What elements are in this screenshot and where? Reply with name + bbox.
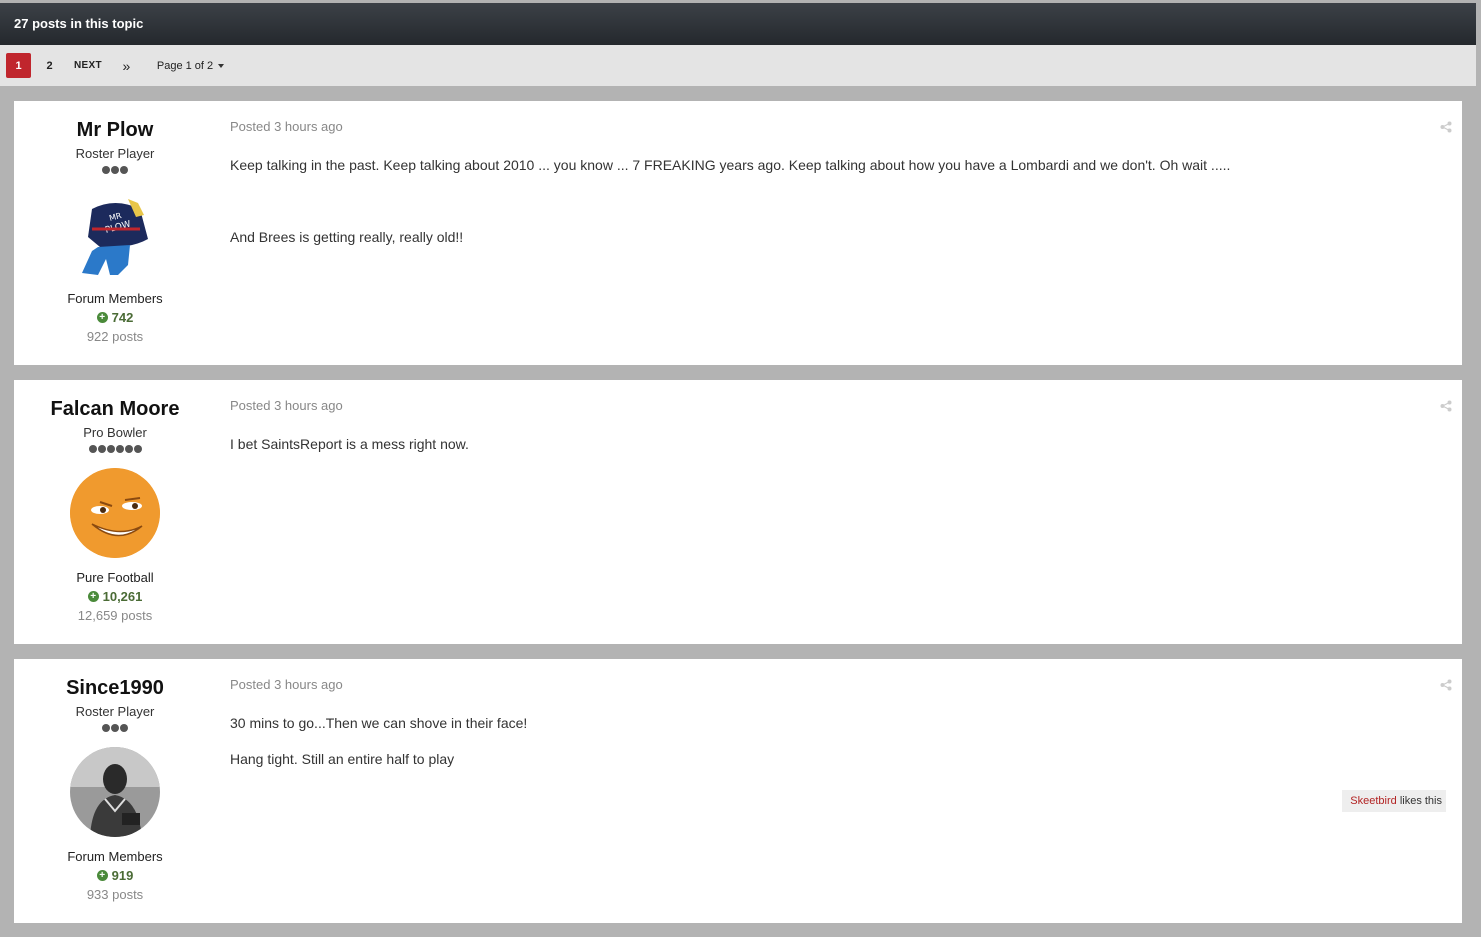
avatar[interactable] xyxy=(70,468,160,558)
avatar[interactable] xyxy=(70,747,160,837)
caret-down-icon xyxy=(218,63,225,68)
post-paragraph: Hang tight. Still an entire half to play xyxy=(230,751,455,767)
share-icon[interactable] xyxy=(1440,679,1452,691)
post-body: Posted 3 hours ago 30 mins to go...Then … xyxy=(230,659,1462,767)
plus-circle-icon: + xyxy=(87,591,99,602)
post-timestamp[interactable]: Posted 3 hours ago xyxy=(230,398,1462,413)
author-rank: Roster Player xyxy=(75,146,155,161)
author-rank: Pro Bowler xyxy=(83,425,147,440)
pagination-bar: 1 2 NEXT » Page 1 of 2 xyxy=(0,45,1476,86)
topic-header: 27 posts in this topic xyxy=(0,3,1476,45)
plus-circle-icon: + xyxy=(96,312,108,323)
post-1: Mr Plow Roster Player MR PLOW Forum Memb… xyxy=(14,101,1462,365)
rank-pips xyxy=(14,445,216,455)
page-jump-dropdown[interactable]: Page 1 of 2 xyxy=(156,59,225,72)
post-paragraph: And Brees is getting really, really old!… xyxy=(230,229,464,245)
next-page-button[interactable]: NEXT xyxy=(68,53,108,78)
share-icon[interactable] xyxy=(1440,121,1452,133)
page-2-button[interactable]: 2 xyxy=(37,53,62,78)
post-paragraph: 30 mins to go...Then we can shove in the… xyxy=(230,715,528,731)
author-post-count: 933 posts xyxy=(86,887,144,902)
author-name[interactable]: Falcan Moore xyxy=(14,398,216,420)
posts-count-label: 27 posts in this topic xyxy=(14,16,144,31)
post-timestamp[interactable]: Posted 3 hours ago xyxy=(230,677,1462,692)
post-timestamp[interactable]: Posted 3 hours ago xyxy=(230,119,1462,134)
author-post-count: 12,659 posts xyxy=(77,608,153,623)
avatar[interactable]: MR PLOW xyxy=(70,189,160,279)
reputation: + 10,261 xyxy=(14,589,216,604)
page-jump-label: Page 1 of 2 xyxy=(156,59,214,72)
post-author-panel: Falcan Moore Pro Bowler Pure Football + … xyxy=(14,380,216,623)
author-rank: Roster Player xyxy=(75,704,155,719)
rank-pips xyxy=(14,166,216,176)
likes-badge: Skeetbird likes this xyxy=(1342,790,1446,812)
author-post-count: 922 posts xyxy=(86,329,144,344)
post-author-panel: Mr Plow Roster Player MR PLOW Forum Memb… xyxy=(14,101,216,344)
post-paragraph: I bet SaintsReport is a mess right now. xyxy=(230,436,469,452)
post-body: Posted 3 hours ago I bet SaintsReport is… xyxy=(230,380,1462,452)
reputation: + 742 xyxy=(14,310,216,325)
share-icon[interactable] xyxy=(1440,400,1452,412)
author-name[interactable]: Since1990 xyxy=(14,677,216,699)
page-1-button[interactable]: 1 xyxy=(6,53,31,78)
post-author-panel: Since1990 Roster Player Forum Members + … xyxy=(14,659,216,902)
plus-circle-icon: + xyxy=(96,870,108,881)
post-3: Since1990 Roster Player Forum Members + … xyxy=(14,659,1462,923)
rank-pips xyxy=(14,724,216,734)
author-group: Forum Members xyxy=(67,849,163,864)
author-group: Pure Football xyxy=(76,570,154,585)
reputation: + 919 xyxy=(14,868,216,883)
like-user-link[interactable]: Skeetbird xyxy=(1350,795,1396,807)
post-2: Falcan Moore Pro Bowler Pure Football + … xyxy=(14,380,1462,644)
author-group: Forum Members xyxy=(67,291,163,306)
reputation-value: 742 xyxy=(111,310,134,325)
likes-suffix: likes this xyxy=(1399,795,1442,807)
reputation-value: 919 xyxy=(111,868,134,883)
reputation-value: 10,261 xyxy=(102,589,143,604)
post-paragraph: Keep talking in the past. Keep talking a… xyxy=(230,157,1231,173)
double-chevron-right-icon[interactable]: » xyxy=(114,53,139,78)
author-name[interactable]: Mr Plow xyxy=(14,119,216,141)
post-body: Posted 3 hours ago Keep talking in the p… xyxy=(230,101,1462,245)
